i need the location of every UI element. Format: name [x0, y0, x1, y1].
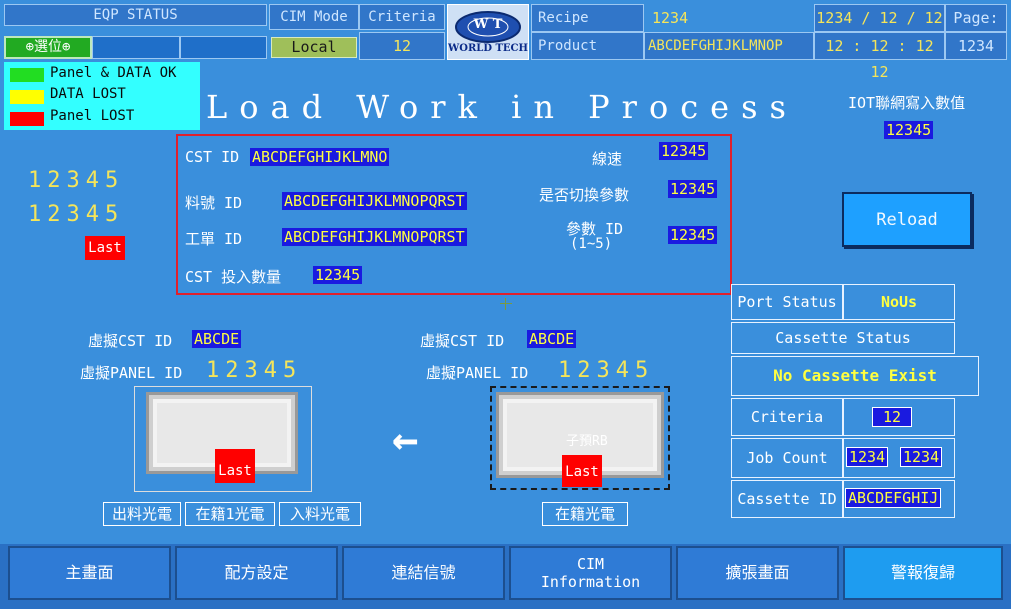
switch-param-label: 是否切換參數	[539, 186, 630, 204]
nav-link-signals[interactable]: 連結信號	[342, 546, 505, 600]
header-blank-2	[180, 36, 267, 59]
last-indicator-left: Last	[85, 236, 125, 260]
right-tray-label: 子預RB	[566, 434, 608, 449]
job-count-label: Job Count	[731, 438, 843, 478]
page-title: Load Work in Process	[206, 88, 798, 126]
switch-param-value: 12345	[668, 180, 718, 198]
logo-text-top: W T	[473, 17, 503, 32]
logo-text-bottom: WORLD TECH	[448, 43, 528, 54]
header-blank-1	[92, 36, 180, 59]
legend-swatch-panel-lost	[10, 112, 44, 126]
nav-alarm-reset[interactable]: 警報復歸	[843, 546, 1003, 600]
criteria-label: Criteria	[359, 4, 445, 30]
cst-id-value: ABCDEFGHIJKLMNO	[250, 148, 390, 166]
work-order-id-label: 工單 ID	[185, 230, 243, 248]
recipe-label: Recipe	[531, 4, 644, 32]
legend-label-ok: Panel & DATA OK	[50, 65, 177, 81]
cassette-status-value: No Cassette Exist	[731, 356, 979, 396]
criteria-value: 12	[359, 32, 445, 60]
equipment-status-button[interactable]: ⊕選位⊕	[4, 36, 92, 59]
cassette-status-label: Cassette Status	[731, 322, 955, 354]
last-indicator-left-station: Last	[215, 449, 255, 483]
line-speed-label: 線速	[592, 150, 623, 168]
cst-qty-label: CST 投入數量	[185, 268, 282, 286]
cassette-id-cell: ABCDEFGHIJ	[843, 480, 955, 518]
in-place-sensor-button[interactable]: 在籍光電	[542, 502, 628, 526]
port-criteria-value: 12	[872, 407, 912, 427]
crosshair-marker	[500, 298, 512, 310]
param-id-range: (1~5)	[570, 236, 613, 252]
reload-button[interactable]: Reload	[842, 192, 972, 247]
port-status-label-cell: Port Status	[731, 284, 843, 320]
time-display: 12 : 12 : 12 12	[814, 32, 945, 81]
eqp-status-label: EQP STATUS	[4, 4, 267, 26]
cim-mode-value[interactable]: Local	[271, 37, 357, 58]
counter-value-1: 12345	[28, 168, 125, 193]
material-id-label: 料號 ID	[185, 194, 243, 212]
port-criteria-cell: 12	[843, 398, 955, 436]
nav-cim-information[interactable]: CIM Information	[509, 546, 672, 600]
left-virtual-cst-value: ABCDE	[192, 330, 242, 348]
left-virtual-panel-label: 虛擬PANEL ID	[80, 364, 183, 382]
param-id-value: 12345	[668, 226, 718, 244]
product-value: ABCDEFGHIJKLMNOP	[644, 32, 814, 60]
legend-swatch-ok	[10, 68, 44, 82]
outfeed-sensor-button[interactable]: 出料光電	[103, 502, 181, 526]
recipe-value: 1234	[652, 9, 689, 27]
page-label: Page:	[945, 4, 1007, 32]
legend-label-data-lost: DATA LOST	[50, 86, 126, 102]
right-virtual-panel-value: 12345	[558, 358, 655, 383]
date-display: 1234 / 12 / 12	[814, 4, 945, 32]
cassette-id-value: ABCDEFGHIJ	[845, 488, 942, 508]
cim-mode-label: CIM Mode	[269, 4, 359, 30]
port-status-value: NoUs	[843, 284, 955, 320]
iot-label: IOT聯網寫入數值	[848, 94, 966, 112]
product-label: Product	[531, 32, 644, 60]
job-count-cell: 1234 1234	[843, 438, 955, 478]
line-speed-value: 12345	[659, 142, 709, 160]
right-virtual-cst-label: 虛擬CST ID	[420, 332, 505, 350]
world-tech-logo: W T WORLD TECH	[447, 4, 529, 60]
nav-main-screen[interactable]: 主畫面	[8, 546, 171, 600]
right-virtual-panel-label: 虛擬PANEL ID	[426, 364, 529, 382]
cst-id-label: CST ID	[185, 148, 240, 166]
left-arrow-icon: ←	[392, 414, 419, 465]
left-virtual-cst-label: 虛擬CST ID	[88, 332, 173, 350]
port-criteria-label: Criteria	[731, 398, 843, 436]
job-count-value-2: 1234	[900, 447, 943, 467]
nav-recipe-settings[interactable]: 配方設定	[175, 546, 338, 600]
work-order-id-value: ABCDEFGHIJKLMNOPQRST	[282, 228, 467, 246]
right-virtual-cst-value: ABCDE	[527, 330, 577, 348]
counter-value-2: 12345	[28, 202, 125, 227]
info-box: CST ID ABCDEFGHIJKLMNO 料號 ID ABCDEFGHIJK…	[176, 134, 732, 295]
last-indicator-right-station: Last	[562, 455, 602, 487]
material-id-value: ABCDEFGHIJKLMNOPQRST	[282, 192, 467, 210]
status-legend: Panel & DATA OK DATA LOST Panel LOST	[4, 62, 200, 130]
cassette-id-label: Cassette ID	[731, 480, 843, 518]
job-count-value-1: 1234	[846, 447, 889, 467]
legend-label-panel-lost: Panel LOST	[50, 108, 135, 124]
iot-value: 12345	[884, 121, 934, 139]
infeed-sensor-button[interactable]: 入料光電	[279, 502, 361, 526]
cst-qty-value: 12345	[313, 266, 363, 284]
in-place-1-sensor-button[interactable]: 在籍1光電	[185, 502, 275, 526]
page-value: 1234	[945, 32, 1007, 60]
nav-extended-screen[interactable]: 擴張畫面	[676, 546, 839, 600]
left-virtual-panel-value: 12345	[206, 358, 303, 383]
legend-swatch-data-lost	[10, 90, 44, 104]
